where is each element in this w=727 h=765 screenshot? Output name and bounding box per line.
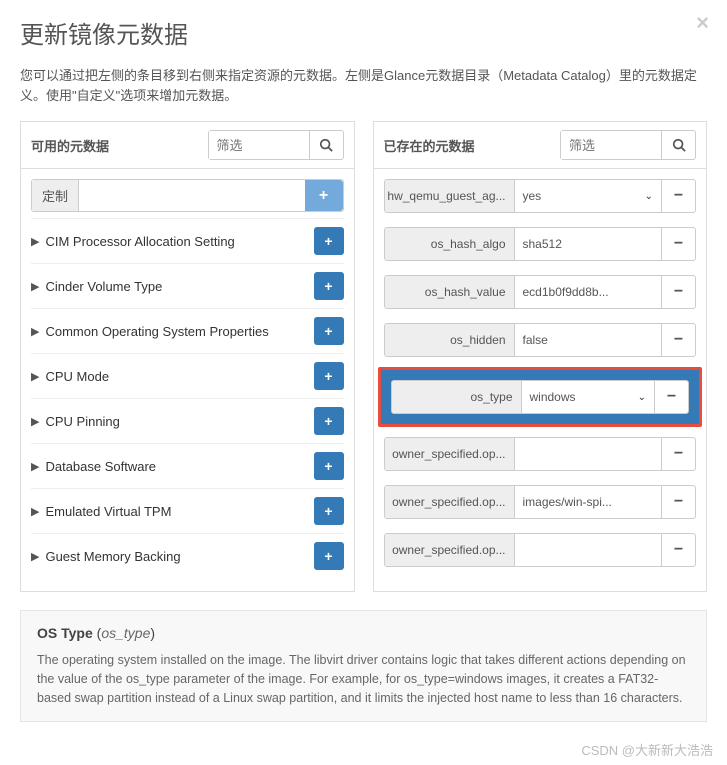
metadata-row: os_hash_algosha512− xyxy=(384,227,697,261)
chevron-right-icon: ▶ xyxy=(31,280,39,293)
remove-button[interactable]: − xyxy=(661,276,695,308)
available-item-label: Guest Memory Backing xyxy=(45,549,313,564)
highlighted-row: os_typewindows⌄− xyxy=(378,367,703,427)
remove-button[interactable]: − xyxy=(661,534,695,566)
search-icon[interactable] xyxy=(661,131,695,159)
metadata-value-input[interactable]: images/win-spi... xyxy=(515,486,662,518)
metadata-key: os_hash_value xyxy=(385,276,515,308)
existing-title: 已存在的元数据 xyxy=(384,136,475,155)
available-item-label: CPU Mode xyxy=(45,369,313,384)
add-button[interactable]: + xyxy=(314,452,344,480)
metadata-row: os_hiddenfalse− xyxy=(384,323,697,357)
close-icon[interactable]: × xyxy=(696,10,709,36)
available-filter-input[interactable] xyxy=(209,131,309,159)
chevron-right-icon: ▶ xyxy=(31,550,39,563)
available-title: 可用的元数据 xyxy=(31,136,109,155)
description-title-key: os_type xyxy=(101,625,150,641)
chevron-right-icon: ▶ xyxy=(31,325,39,338)
metadata-value-select[interactable]: yes⌄ xyxy=(515,180,662,212)
chevron-right-icon: ▶ xyxy=(31,415,39,428)
metadata-value-input[interactable]: sha512 xyxy=(515,228,662,260)
chevron-down-icon: ⌄ xyxy=(638,392,646,403)
available-item[interactable]: ▶ Cinder Volume Type+ xyxy=(31,263,344,308)
existing-filter-input[interactable] xyxy=(561,131,661,159)
existing-search xyxy=(560,130,696,160)
remove-button[interactable]: − xyxy=(661,438,695,470)
metadata-value-input[interactable] xyxy=(515,534,662,566)
available-header: 可用的元数据 xyxy=(21,122,354,169)
add-button[interactable]: + xyxy=(314,272,344,300)
metadata-key: owner_specified.op... xyxy=(385,534,515,566)
existing-body: hw_qemu_guest_ag...yes⌄−os_hash_algosha5… xyxy=(374,169,707,591)
metadata-value-input[interactable]: false xyxy=(515,324,662,356)
custom-add-button[interactable]: + xyxy=(305,180,343,211)
available-item[interactable]: ▶ CIM Processor Allocation Setting+ xyxy=(31,218,344,263)
remove-button[interactable]: − xyxy=(661,228,695,260)
search-icon[interactable] xyxy=(309,131,343,159)
metadata-row: owner_specified.op... − xyxy=(384,437,697,471)
available-item[interactable]: ▶ Emulated Virtual TPM+ xyxy=(31,488,344,533)
available-item-label: CPU Pinning xyxy=(45,414,313,429)
columns: 可用的元数据 定制 + ▶ CIM Processor Allocation Se… xyxy=(20,121,707,592)
metadata-key: owner_specified.op... xyxy=(385,486,515,518)
add-button[interactable]: + xyxy=(314,362,344,390)
modal-update-metadata: × 更新镜像元数据 您可以通过把左侧的条目移到右侧来指定资源的元数据。左侧是Gl… xyxy=(0,0,727,736)
description-panel: OS Type (os_type) The operating system i… xyxy=(20,610,707,722)
remove-button[interactable]: − xyxy=(654,381,688,413)
metadata-key: os_type xyxy=(392,381,522,413)
remove-button[interactable]: − xyxy=(661,180,695,212)
add-button[interactable]: + xyxy=(314,497,344,525)
available-panel: 可用的元数据 定制 + ▶ CIM Processor Allocation Se… xyxy=(20,121,355,592)
chevron-right-icon: ▶ xyxy=(31,370,39,383)
available-item[interactable]: ▶ CPU Mode+ xyxy=(31,353,344,398)
available-body: 定制 + ▶CIM Processor Allocation Setting+▶… xyxy=(21,169,354,588)
available-item-label: Cinder Volume Type xyxy=(45,279,313,294)
metadata-key: os_hash_algo xyxy=(385,228,515,260)
add-button[interactable]: + xyxy=(314,227,344,255)
metadata-key: os_hidden xyxy=(385,324,515,356)
existing-panel: 已存在的元数据 hw_qemu_guest_ag...yes⌄−os_hash_… xyxy=(373,121,708,592)
metadata-row: owner_specified.op... − xyxy=(384,533,697,567)
metadata-key: hw_qemu_guest_ag... xyxy=(385,180,515,212)
available-search xyxy=(208,130,344,160)
add-button[interactable]: + xyxy=(314,407,344,435)
metadata-value-input[interactable] xyxy=(515,438,662,470)
description-title-main: OS Type xyxy=(37,625,93,641)
chevron-right-icon: ▶ xyxy=(31,505,39,518)
metadata-row: owner_specified.op...images/win-spi...− xyxy=(384,485,697,519)
metadata-row: os_hash_valueecd1b0f9dd8b...− xyxy=(384,275,697,309)
custom-label: 定制 xyxy=(32,180,79,211)
available-item[interactable]: ▶ CPU Pinning+ xyxy=(31,398,344,443)
available-item-label: CIM Processor Allocation Setting xyxy=(45,234,313,249)
chevron-right-icon: ▶ xyxy=(31,460,39,473)
add-button[interactable]: + xyxy=(314,542,344,570)
add-button[interactable]: + xyxy=(314,317,344,345)
description-text: The operating system installed on the im… xyxy=(37,651,690,707)
available-item-label: Database Software xyxy=(45,459,313,474)
remove-button[interactable]: − xyxy=(661,486,695,518)
modal-title: 更新镜像元数据 xyxy=(20,15,707,50)
custom-row: 定制 + xyxy=(31,179,344,212)
existing-header: 已存在的元数据 xyxy=(374,122,707,169)
available-item-label: Emulated Virtual TPM xyxy=(45,504,313,519)
chevron-down-icon: ⌄ xyxy=(645,191,653,202)
custom-input[interactable] xyxy=(79,180,304,211)
modal-intro: 您可以通过把左侧的条目移到右侧来指定资源的元数据。左侧是Glance元数据目录（… xyxy=(20,66,707,105)
metadata-value-select[interactable]: windows⌄ xyxy=(522,381,655,413)
available-item[interactable]: ▶ Database Software+ xyxy=(31,443,344,488)
metadata-row: os_typewindows⌄− xyxy=(391,380,690,414)
available-item[interactable]: ▶ Common Operating System Properties+ xyxy=(31,308,344,353)
metadata-value-input[interactable]: ecd1b0f9dd8b... xyxy=(515,276,662,308)
description-title: OS Type (os_type) xyxy=(37,625,690,641)
available-item[interactable]: ▶ Guest Memory Backing+ xyxy=(31,533,344,578)
metadata-row: hw_qemu_guest_ag...yes⌄− xyxy=(384,179,697,213)
chevron-right-icon: ▶ xyxy=(31,235,39,248)
metadata-key: owner_specified.op... xyxy=(385,438,515,470)
remove-button[interactable]: − xyxy=(661,324,695,356)
available-item-label: Common Operating System Properties xyxy=(45,324,313,339)
